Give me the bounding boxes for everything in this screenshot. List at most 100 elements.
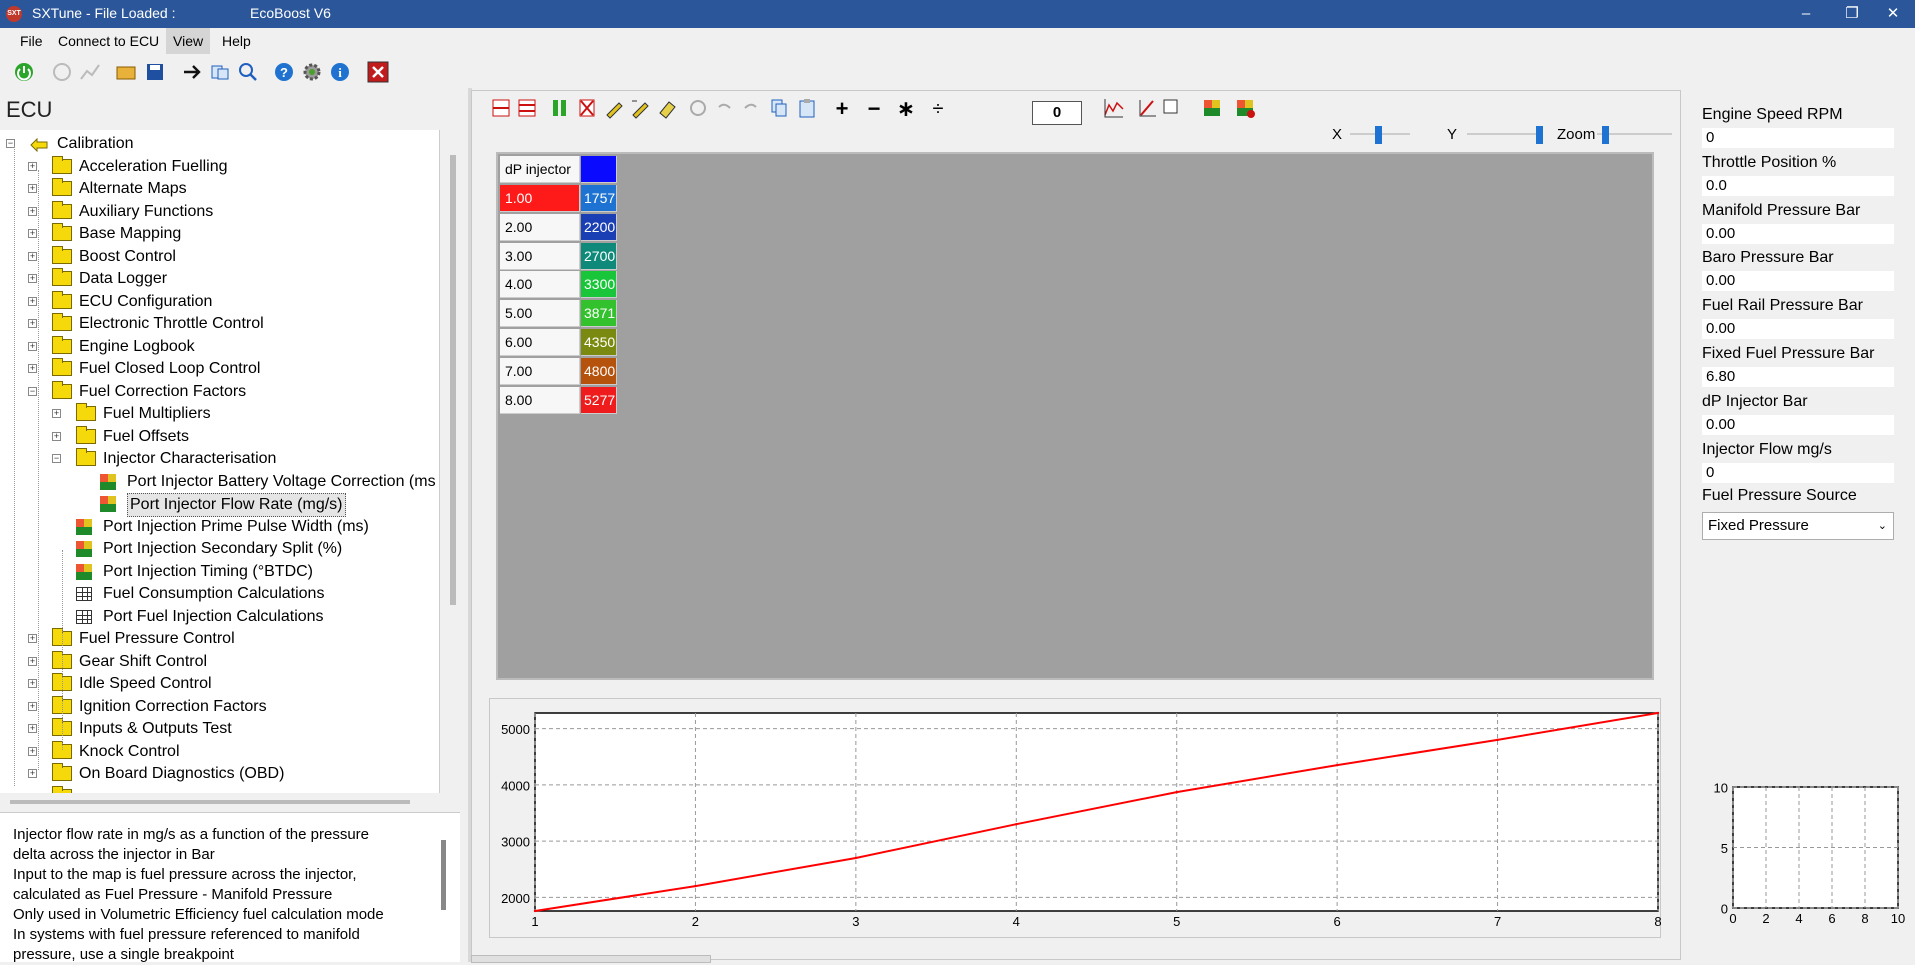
copy-icon[interactable] (208, 61, 232, 85)
tree-folder-b1[interactable]: + Gear Shift Control (0, 650, 439, 673)
graph-icon[interactable] (1102, 97, 1126, 121)
tree-injection-timing[interactable]: Port Injection Timing (°BTDC) (0, 561, 439, 583)
expand-icon[interactable]: + (28, 206, 37, 216)
expand-icon[interactable]: + (28, 229, 37, 238)
edit-icon[interactable] (602, 97, 626, 121)
search-icon[interactable] (236, 61, 260, 85)
expand-icon[interactable]: + (28, 724, 37, 733)
expand-icon[interactable]: + (28, 296, 37, 306)
3d-view-alt-icon[interactable] (1233, 97, 1257, 121)
table-cell-value[interactable]: 3871 (581, 300, 617, 328)
tree-folder-10[interactable]: − Fuel Correction Factors (0, 380, 439, 403)
table-cell-value[interactable]: 1757 (581, 185, 617, 212)
tree-folder-b0[interactable]: + Fuel Pressure Control (0, 628, 439, 650)
tree-folder-b4[interactable]: + Inputs & Outputs Test (0, 718, 439, 740)
tree-port-fuel-injection-calc[interactable]: Port Fuel Injection Calculations (0, 606, 439, 628)
collapse-icon[interactable]: − (28, 386, 37, 396)
refresh-icon[interactable] (686, 97, 710, 121)
divide-op-button[interactable]: ÷ (926, 97, 950, 121)
tree-folder-1[interactable]: + Alternate Maps (0, 178, 439, 200)
table-cell-value[interactable]: 4350 (581, 329, 617, 356)
tree-folder-3[interactable]: + Base Mapping (0, 223, 439, 245)
operation-value-input[interactable]: 0 (1032, 101, 1082, 125)
exit-icon[interactable] (366, 61, 390, 85)
3d-view-icon[interactable] (1200, 97, 1224, 121)
expand-icon[interactable]: + (28, 341, 37, 351)
collapse-icon[interactable]: − (52, 454, 61, 463)
tree-folder-b6[interactable]: + On Board Diagnostics (OBD) (0, 763, 439, 785)
x-slider-thumb[interactable] (1375, 126, 1382, 144)
tree-horizontal-scrollbar[interactable] (10, 800, 410, 804)
tree-vertical-scrollbar[interactable] (450, 155, 456, 605)
restore-button[interactable]: ❐ (1829, 0, 1875, 28)
tree-folder-0[interactable]: + Acceleration Fuelling (0, 155, 439, 178)
tree-fuel-offsets[interactable]: + Fuel Offsets (0, 425, 439, 448)
expand-icon[interactable]: + (28, 319, 37, 328)
table-row-breakpoint[interactable]: 1.00 (500, 185, 580, 212)
tree-injector-characterisation[interactable]: − Injector Characterisation (0, 448, 439, 470)
tree-folder-b2[interactable]: + Idle Speed Control (0, 673, 439, 695)
tree-folder-b5[interactable]: + Knock Control (0, 740, 439, 763)
expand-icon[interactable]: + (28, 274, 37, 283)
multiply-op-button[interactable]: ∗ (894, 97, 918, 121)
zoom-slider-thumb[interactable] (1602, 126, 1609, 144)
expand-icon[interactable]: + (28, 746, 37, 756)
tree-folder-6[interactable]: + ECU Configuration (0, 290, 439, 313)
menu-file[interactable]: File (13, 28, 50, 54)
expand-icon[interactable]: + (28, 701, 37, 711)
tree-port-injector-battery-voltage[interactable]: Port Injector Battery Voltage Correction… (0, 471, 439, 493)
insert-row-icon[interactable] (489, 97, 513, 121)
subtract-op-button[interactable]: − (862, 97, 886, 121)
menu-help[interactable]: Help (215, 28, 258, 54)
close-window-button[interactable]: ✕ (1870, 0, 1915, 28)
table-row-breakpoint[interactable]: 7.00 (500, 357, 580, 385)
delete-column-icon[interactable] (575, 97, 599, 121)
fuel-pressure-source-select[interactable]: Fixed Pressure ⌄ (1702, 512, 1894, 540)
y-slider-thumb[interactable] (1536, 126, 1543, 144)
undo-icon[interactable] (712, 97, 736, 121)
insert-column-icon[interactable] (548, 97, 572, 121)
table-cell-value[interactable]: 2200 (581, 213, 617, 241)
clear-graph-icon[interactable] (1136, 97, 1160, 121)
expand-icon[interactable]: + (28, 251, 37, 261)
copy-table-icon[interactable] (767, 97, 791, 121)
tree-fuel-multipliers[interactable]: + Fuel Multipliers (0, 403, 439, 425)
menu-connect-to-ecu[interactable]: Connect to ECU (51, 28, 166, 54)
table-cell-value[interactable]: 3300 (581, 271, 617, 299)
table-row-breakpoint[interactable]: 8.00 (500, 386, 580, 414)
table-cell-value[interactable]: 2700 (581, 242, 617, 270)
delete-row-icon[interactable] (515, 97, 539, 121)
tree-folder-4[interactable]: + Boost Control (0, 245, 439, 268)
connect-icon[interactable] (12, 61, 36, 85)
settings-icon[interactable] (300, 61, 324, 85)
expand-icon[interactable]: + (28, 364, 37, 373)
table-row-breakpoint[interactable]: 3.00 (500, 242, 580, 270)
expand-icon[interactable]: + (28, 656, 37, 666)
tree-folder-2[interactable]: + Auxiliary Functions (0, 200, 439, 223)
graph-checkbox[interactable] (1160, 97, 1184, 121)
table-row-breakpoint[interactable]: 2.00 (500, 213, 580, 241)
expand-icon[interactable]: + (28, 769, 37, 778)
tree-port-injector-flow-rate[interactable]: Port Injector Flow Rate (mg/s) (0, 493, 439, 517)
expand-icon[interactable]: + (28, 634, 37, 643)
tree-folder-5[interactable]: + Data Logger (0, 268, 439, 290)
edit-all-icon[interactable] (628, 97, 652, 121)
tree-fuel-consumption-calc[interactable]: Fuel Consumption Calculations (0, 583, 439, 605)
tree-folder-8[interactable]: + Engine Logbook (0, 335, 439, 358)
tree-folder-b3[interactable]: + Ignition Correction Factors (0, 695, 439, 718)
menu-view[interactable]: View (166, 28, 211, 54)
table-cell-value[interactable]: 5277 (581, 386, 617, 414)
table-row-breakpoint[interactable]: 4.00 (500, 271, 580, 299)
tree-folder-9[interactable]: + Fuel Closed Loop Control (0, 358, 439, 380)
expand-icon[interactable]: + (52, 431, 61, 441)
redo-icon[interactable] (739, 97, 763, 121)
table-row-breakpoint[interactable]: 5.00 (500, 300, 580, 328)
tree-calibration[interactable]: − Calibration (0, 133, 439, 155)
table-row-breakpoint[interactable]: 6.00 (500, 329, 580, 356)
help-icon[interactable]: ? (272, 61, 296, 85)
save-icon[interactable] (143, 61, 167, 85)
add-op-button[interactable]: + (830, 97, 854, 121)
tree-secondary-split[interactable]: Port Injection Secondary Split (%) (0, 538, 439, 560)
table-cell-value[interactable]: 4800 (581, 357, 617, 385)
open-icon[interactable] (114, 61, 138, 85)
